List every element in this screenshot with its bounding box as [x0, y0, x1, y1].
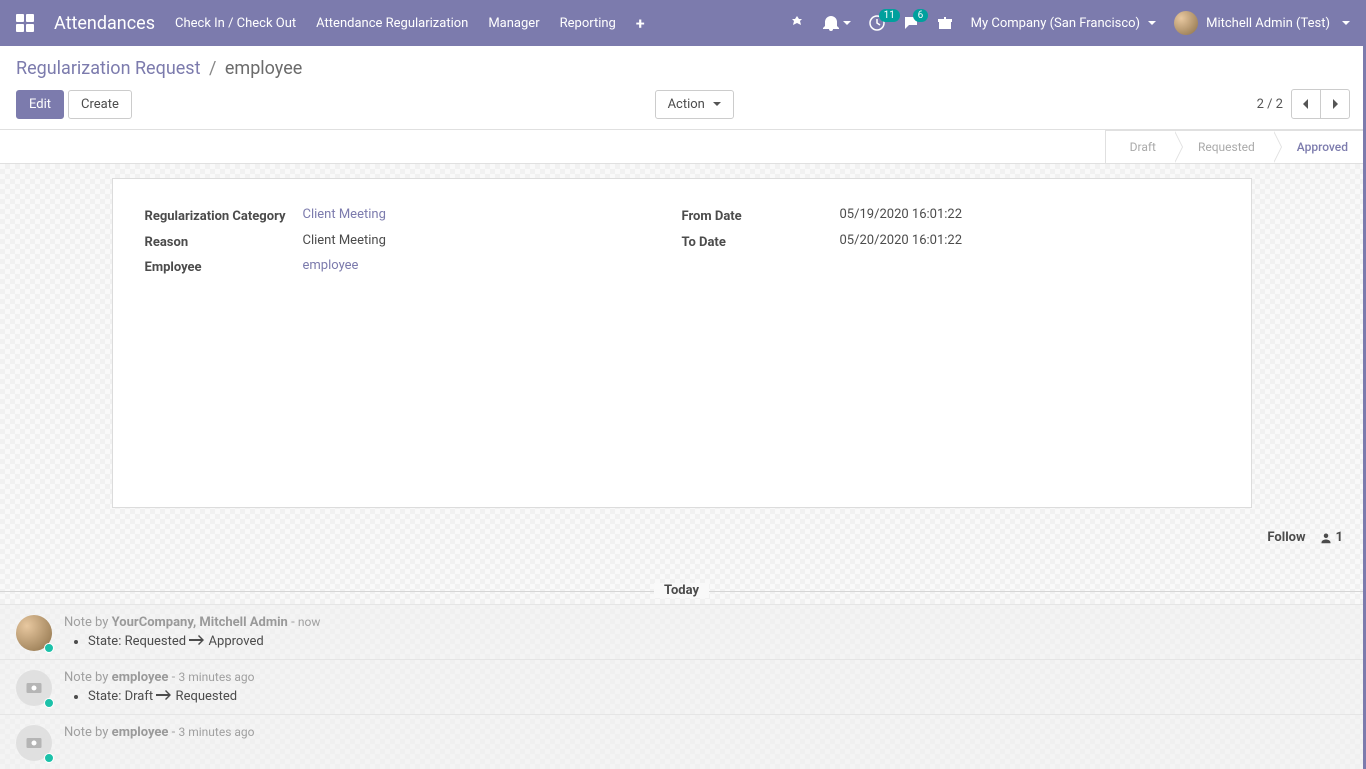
- nav-reporting[interactable]: Reporting: [560, 16, 616, 31]
- message-avatar: [16, 670, 52, 706]
- status-approved[interactable]: Approved: [1273, 130, 1366, 163]
- chatter-message: Note by YourCompany, Mitchell Admin - no…: [0, 604, 1363, 659]
- subheader: Regularization Request / employee Edit C…: [0, 46, 1366, 130]
- follow-bar: Follow 1: [0, 522, 1363, 553]
- value-from-date: 05/19/2020 16:01:22: [840, 207, 963, 227]
- company-selector[interactable]: My Company (San Francisco): [971, 16, 1156, 31]
- message-header: Note by YourCompany, Mitchell Admin - no…: [64, 615, 1347, 630]
- chat-icon[interactable]: 6: [903, 15, 919, 31]
- activity-badge: 11: [879, 9, 900, 22]
- statusbar: Draft Requested Approved: [0, 130, 1366, 164]
- presence-dot: [44, 698, 54, 708]
- chatter-message: Note by employee - 3 minutes ago: [0, 714, 1363, 769]
- follow-button[interactable]: Follow: [1267, 530, 1305, 545]
- message-avatar: [16, 615, 52, 651]
- bug-icon[interactable]: [789, 15, 805, 31]
- label-reg-category: Regularization Category: [145, 207, 303, 227]
- breadcrumb-sep: /: [209, 58, 216, 79]
- user-icon: [1320, 532, 1332, 544]
- arrow-right-icon: [189, 634, 205, 649]
- chatter-today-label: Today: [654, 583, 709, 598]
- user-name: Mitchell Admin (Test): [1206, 16, 1330, 31]
- chevron-down-icon: [1342, 21, 1350, 25]
- user-avatar: [1174, 11, 1198, 35]
- message-avatar: [16, 725, 52, 761]
- nav-manager[interactable]: Manager: [488, 16, 539, 31]
- next-button[interactable]: [1320, 89, 1350, 119]
- message-content: State: Draft Requested: [64, 689, 1347, 704]
- chat-badge: 6: [913, 9, 929, 22]
- chatter-message: Note by employee - 3 minutes ago State: D…: [0, 659, 1363, 714]
- nav-plus[interactable]: +: [636, 14, 645, 33]
- nav-regularization[interactable]: Attendance Regularization: [316, 16, 468, 31]
- pager-nav: [1291, 89, 1350, 119]
- label-to-date: To Date: [682, 233, 840, 253]
- chevron-down-icon: [1148, 21, 1156, 25]
- user-menu[interactable]: Mitchell Admin (Test): [1174, 11, 1350, 35]
- label-employee: Employee: [145, 258, 303, 278]
- nav-checkin[interactable]: Check In / Check Out: [175, 16, 296, 31]
- status-requested[interactable]: Requested: [1174, 130, 1273, 163]
- prev-button[interactable]: [1291, 89, 1321, 119]
- main-nav: Check In / Check Out Attendance Regulari…: [175, 14, 645, 33]
- message-header: Note by employee - 3 minutes ago: [64, 725, 1347, 740]
- presence-dot: [44, 643, 54, 653]
- company-name: My Company (San Francisco): [971, 16, 1140, 31]
- message-content: State: Requested Approved: [64, 634, 1347, 649]
- breadcrumb: Regularization Request / employee: [16, 58, 1350, 79]
- value-reason: Client Meeting: [303, 233, 386, 253]
- form-area: Regularization Category Client Meeting R…: [0, 164, 1366, 769]
- label-reason: Reason: [145, 233, 303, 253]
- presence-dot: [44, 753, 54, 763]
- gift-icon[interactable]: [937, 15, 953, 31]
- chevron-down-icon: [713, 102, 721, 106]
- action-dropdown[interactable]: Action: [655, 90, 734, 119]
- arrow-right-icon: [156, 689, 172, 704]
- bell-icon[interactable]: [823, 15, 851, 31]
- topbar: Attendances Check In / Check Out Attenda…: [0, 0, 1366, 46]
- breadcrumb-parent[interactable]: Regularization Request: [16, 58, 200, 79]
- breadcrumb-current: employee: [225, 58, 302, 79]
- label-from-date: From Date: [682, 207, 840, 227]
- toolbar: Edit Create Action 2 / 2: [16, 89, 1350, 129]
- topbar-right: 11 6 My Company (San Francisco) Mitchell…: [789, 11, 1350, 35]
- action-label: Action: [668, 97, 705, 112]
- pager[interactable]: 2 / 2: [1257, 97, 1283, 112]
- value-employee[interactable]: employee: [303, 258, 359, 278]
- followers-number: 1: [1336, 530, 1343, 545]
- form-sheet: Regularization Category Client Meeting R…: [112, 178, 1252, 508]
- brand-title[interactable]: Attendances: [54, 13, 155, 34]
- followers-count[interactable]: 1: [1320, 530, 1343, 545]
- activity-icon[interactable]: 11: [869, 15, 885, 31]
- apps-icon[interactable]: [16, 14, 34, 32]
- value-to-date: 05/20/2020 16:01:22: [840, 233, 963, 253]
- create-button[interactable]: Create: [68, 90, 132, 119]
- chatter-today-divider: Today: [0, 583, 1363, 598]
- value-reg-category[interactable]: Client Meeting: [303, 207, 386, 227]
- status-draft[interactable]: Draft: [1106, 130, 1174, 163]
- message-header: Note by employee - 3 minutes ago: [64, 670, 1347, 685]
- edit-button[interactable]: Edit: [16, 90, 64, 119]
